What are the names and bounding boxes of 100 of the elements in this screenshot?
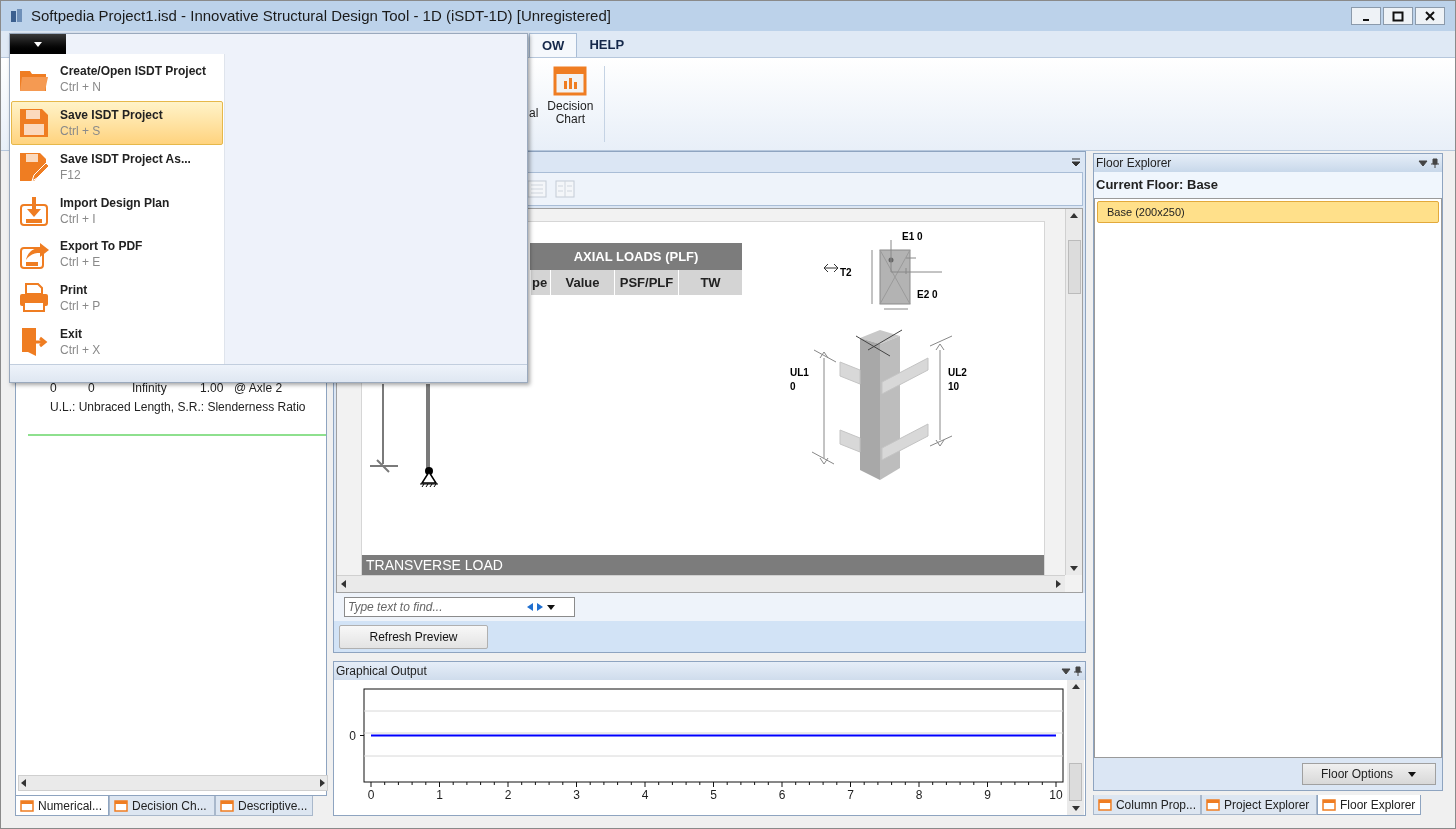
scroll-thumb[interactable] (1069, 763, 1082, 801)
section-drawing (871, 239, 943, 310)
shortcut-text: Ctrl + I (60, 210, 97, 227)
menu-item-label: Save ISDT Project As... (60, 150, 191, 167)
current-floor-label: Current Floor: Base (1094, 172, 1442, 198)
scroll-thumb[interactable] (1067, 240, 1081, 294)
table-cell-text: 1.00 (200, 380, 225, 397)
vertical-scrollbar[interactable] (1067, 680, 1084, 815)
menu-item[interactable]: Save ISDT Project As... F12 (11, 144, 223, 189)
floor-options-button[interactable]: Floor Options (1302, 763, 1436, 785)
tab-icon (1322, 798, 1336, 811)
menu-item-label: Create/Open ISDT Project (60, 62, 207, 79)
section-title: TRANSVERSE LOAD (362, 555, 1044, 575)
thickness-label: T2 (840, 267, 852, 278)
table-cell-text: Infinity (132, 380, 168, 397)
search-input[interactable]: Type text to find... (345, 598, 525, 616)
panel-tab[interactable]: Decision Ch... (109, 796, 215, 816)
x-axis-label: 5 (709, 788, 718, 802)
table-cell-text: 0 (50, 380, 58, 397)
unbraced-length-value: 0 (790, 381, 796, 392)
menu-item[interactable]: Exit Ctrl + X (11, 320, 223, 364)
scroll-up-icon[interactable] (1070, 682, 1081, 690)
chart-icon (553, 66, 588, 96)
scroll-up-icon[interactable] (1069, 211, 1079, 219)
scroll-right-icon[interactable] (317, 778, 327, 788)
x-axis-label: 2 (503, 788, 513, 802)
menu-item-label: Import Design Plan (60, 194, 170, 211)
ribbon-tab[interactable]: OW (529, 33, 578, 57)
menu-item[interactable]: Import Design Plan Ctrl + I (11, 188, 223, 233)
scroll-left-icon[interactable] (19, 778, 29, 788)
panel-tab[interactable]: Column Prop... (1093, 795, 1201, 815)
menu-item[interactable]: Create/Open ISDT Project Ctrl + N (11, 57, 223, 101)
menu-item[interactable]: Print Ctrl + P (11, 276, 223, 321)
shortcut-text: Ctrl + N (60, 78, 102, 95)
x-axis-label: 3 (572, 788, 581, 802)
shortcut-text: F12 (60, 166, 82, 183)
table-title: AXIAL LOADS (PLF) (530, 243, 742, 270)
next-icon[interactable] (535, 602, 545, 612)
ribbon-button-label: al (529, 105, 539, 122)
double-arrow-icon (823, 263, 839, 273)
eccentricity-label: E1 0 (902, 231, 923, 242)
refresh-preview-button[interactable]: Refresh Preview (339, 624, 488, 649)
x-axis-label: 7 (846, 788, 855, 802)
scroll-down-icon[interactable] (1070, 805, 1081, 813)
panel-tab[interactable]: Numerical... (15, 796, 109, 816)
x-axis-label: 1 (435, 788, 444, 802)
column-header: PSF/PLF (614, 270, 678, 295)
decision-chart-button[interactable]: Decision Chart (544, 66, 597, 126)
panel-tab[interactable]: Floor Explorer (1317, 795, 1421, 815)
x-axis-label: 0 (366, 788, 376, 802)
x-axis-label: 6 (777, 788, 787, 802)
scroll-down-icon[interactable] (1069, 565, 1079, 573)
horizontal-scrollbar[interactable] (18, 775, 328, 791)
menu-item-label: Save ISDT Project (60, 106, 163, 123)
app-icon (9, 8, 25, 24)
x-axis-label: 9 (983, 788, 992, 802)
scroll-right-icon[interactable] (1053, 579, 1063, 589)
minimize-button[interactable] (1351, 7, 1381, 25)
import-icon (18, 194, 50, 227)
panel-menu-icon[interactable] (1071, 157, 1081, 167)
printer-icon (18, 282, 50, 315)
shortcut-text: Ctrl + E (60, 254, 102, 271)
scroll-left-icon[interactable] (339, 579, 349, 589)
ribbon-tab[interactable]: HELP (577, 33, 637, 57)
horizontal-scrollbar[interactable] (337, 575, 1065, 592)
panel-title: Graphical Output (336, 663, 427, 680)
previous-icon[interactable] (525, 602, 535, 612)
shortcut-text: Ctrl + X (60, 342, 101, 359)
tab-icon (20, 799, 34, 812)
x-axis-label: 8 (914, 788, 924, 802)
unbraced-length-label: UL1 (790, 367, 809, 378)
menu-item-label: Export To PDF (60, 238, 143, 255)
unbraced-length-label: UL2 (948, 367, 967, 378)
table-cell-text: @ Axle 2 (234, 380, 284, 397)
close-button[interactable] (1415, 7, 1445, 25)
x-axis-label: 10 (1048, 788, 1064, 802)
eccentricity-label: E2 0 (917, 289, 938, 300)
dropdown-icon[interactable] (545, 602, 557, 612)
column-header: Value (550, 270, 614, 295)
y-axis-label: 0 (348, 728, 356, 743)
panel-tab[interactable]: Descriptive... (215, 796, 313, 816)
dropdown-icon (1407, 770, 1417, 778)
vertical-scrollbar[interactable] (1065, 209, 1082, 575)
floor-item[interactable]: Base (200x250) (1097, 201, 1439, 223)
menu-item-label: Exit (60, 326, 83, 343)
minimize-icon (1362, 18, 1370, 22)
menu-item[interactable]: Export To PDF Ctrl + E (11, 232, 223, 277)
shortcut-text: Ctrl + S (60, 122, 102, 139)
panel-tab[interactable]: Project Explorer (1201, 795, 1317, 815)
tab-icon (114, 799, 128, 812)
window-title: Softpedia Project1.isd - Innovative Structural Design Tool - 1D (iSDT-1D) [Unregistered] (31, 5, 611, 26)
legend-text: U.L.: Unbraced Length, S.R.: Slenderness Ratio (50, 399, 307, 416)
panel-controls-icon[interactable] (1418, 158, 1440, 168)
menu-item[interactable]: Save ISDT Project Ctrl + S (11, 100, 223, 145)
search-field[interactable]: Type text to find... (344, 597, 575, 617)
panel-controls-icon[interactable] (1061, 666, 1083, 676)
caret-icon (33, 40, 43, 48)
unbraced-length-value: 10 (948, 381, 960, 392)
maximize-button[interactable] (1383, 7, 1413, 25)
panel-title: Floor Explorer (1096, 155, 1172, 172)
